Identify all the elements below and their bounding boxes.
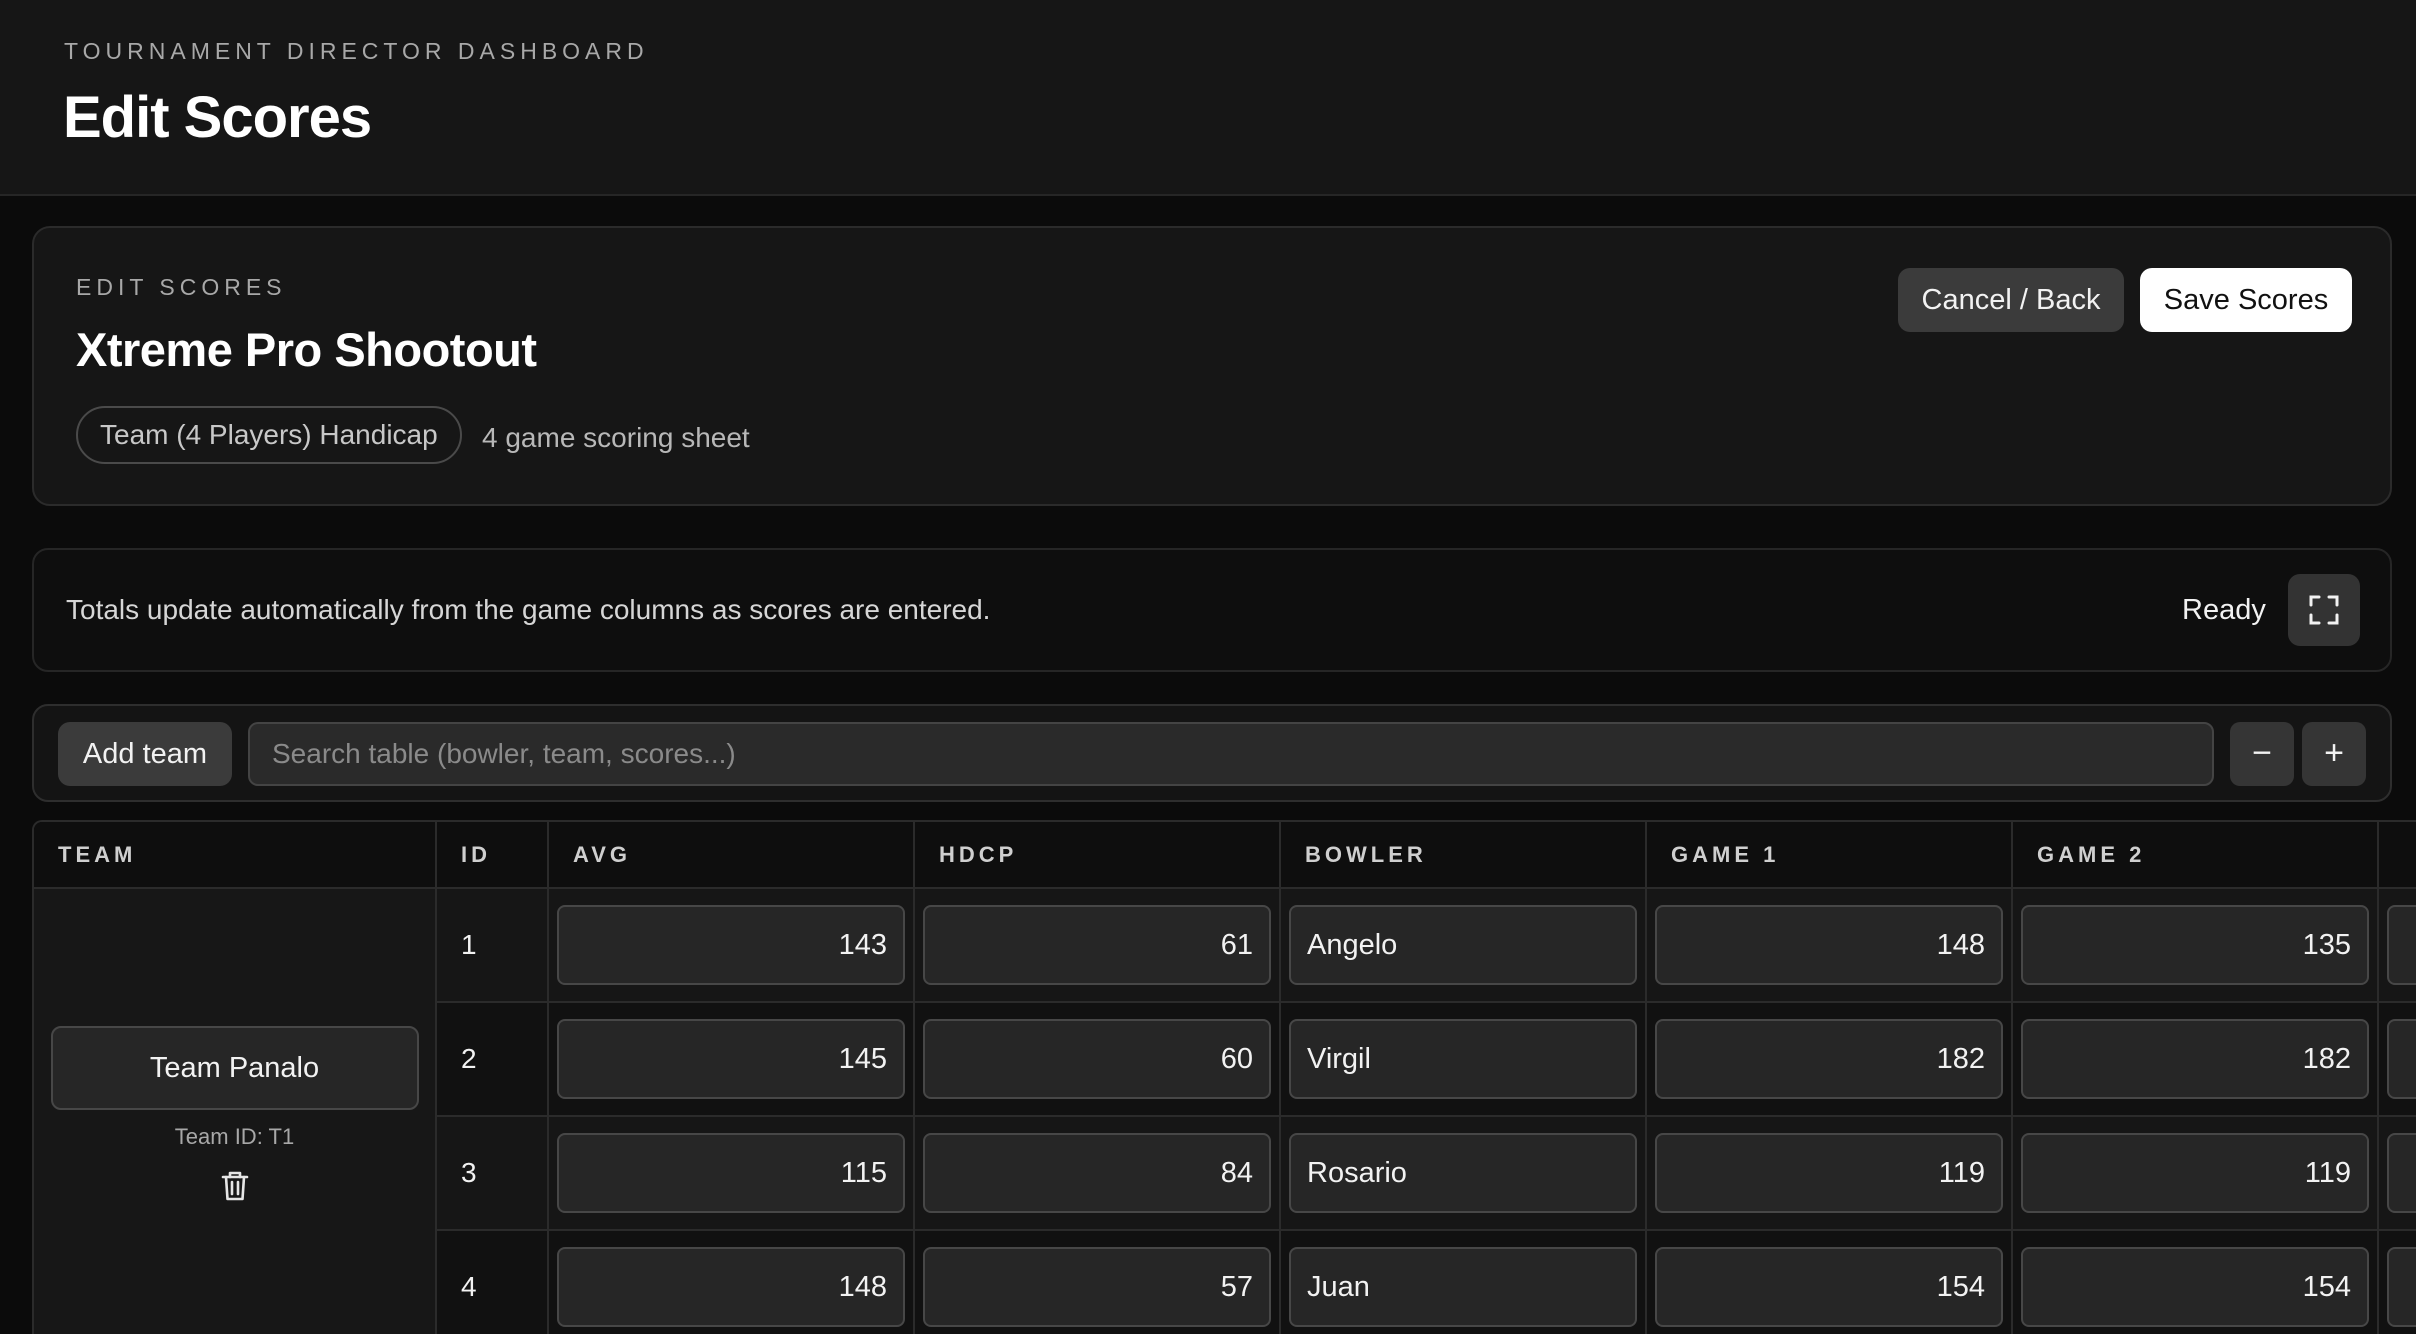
game-1-input[interactable] bbox=[1655, 1019, 2003, 1099]
format-badge: Team (4 Players) Handicap bbox=[76, 406, 462, 464]
event-card: EDIT SCORES Xtreme Pro Shootout Team (4 … bbox=[32, 226, 2392, 506]
cancel-back-button[interactable]: Cancel / Back bbox=[1898, 268, 2124, 332]
column-header-team[interactable]: TEAM bbox=[34, 822, 437, 889]
scores-table-container[interactable]: TEAM ID AVG HDCP BOWLER GAME 1 GAME 2 Te… bbox=[32, 820, 2416, 1334]
sheet-note: 4 game scoring sheet bbox=[482, 422, 750, 453]
team-name-field[interactable]: Team Panalo bbox=[50, 1025, 419, 1110]
delete-team-button[interactable] bbox=[220, 1170, 250, 1207]
overflow-cell bbox=[2378, 1230, 2416, 1334]
page-header: TOURNAMENT DIRECTOR DASHBOARD Edit Score… bbox=[0, 0, 2416, 196]
bowler-id: 3 bbox=[436, 1116, 549, 1231]
game-1-input[interactable] bbox=[1655, 1133, 2003, 1213]
fullscreen-button[interactable] bbox=[2288, 574, 2360, 646]
table-row: Team Panalo Team ID: T1 1 bbox=[34, 888, 2416, 1334]
zoom-out-button[interactable]: − bbox=[2230, 722, 2294, 786]
table-header-row: TEAM ID AVG HDCP BOWLER GAME 1 GAME 2 bbox=[34, 822, 2416, 889]
avg-input[interactable] bbox=[557, 1133, 905, 1213]
hdcp-input[interactable] bbox=[923, 1019, 1271, 1099]
save-scores-button[interactable]: Save Scores bbox=[2140, 268, 2352, 332]
column-header-id[interactable]: ID bbox=[436, 822, 549, 889]
zoom-in-button[interactable]: + bbox=[2302, 722, 2366, 786]
bowler-name-input[interactable] bbox=[1289, 1019, 1637, 1099]
status-message: Totals update automatically from the gam… bbox=[66, 594, 991, 625]
scores-table: TEAM ID AVG HDCP BOWLER GAME 1 GAME 2 Te… bbox=[34, 822, 2416, 1334]
table-toolbar: Add team − + bbox=[32, 704, 2392, 802]
bowler-id: 1 bbox=[436, 888, 549, 1003]
bowler-id: 4 bbox=[436, 1230, 549, 1334]
game-2-input[interactable] bbox=[2021, 1133, 2369, 1213]
avg-input[interactable] bbox=[557, 1019, 905, 1099]
search-input[interactable] bbox=[248, 722, 2214, 786]
game-3-input[interactable] bbox=[2387, 1133, 2416, 1213]
status-bar: Totals update automatically from the gam… bbox=[32, 548, 2392, 672]
game-2-input[interactable] bbox=[2021, 1247, 2369, 1327]
page-title: Edit Scores bbox=[63, 85, 372, 150]
overflow-cell bbox=[2378, 888, 2416, 1003]
dashboard-eyebrow: TOURNAMENT DIRECTOR DASHBOARD bbox=[64, 38, 649, 64]
column-header-game-2[interactable]: GAME 2 bbox=[2012, 822, 2379, 889]
team-cell: Team Panalo Team ID: T1 bbox=[34, 888, 437, 1334]
bowler-name-input[interactable] bbox=[1289, 1247, 1637, 1327]
game-3-input[interactable] bbox=[2387, 1019, 2416, 1099]
column-header-hdcp[interactable]: HDCP bbox=[914, 822, 1281, 889]
hdcp-input[interactable] bbox=[923, 905, 1271, 985]
column-header-overflow bbox=[2378, 822, 2416, 889]
fullscreen-icon bbox=[2309, 595, 2339, 625]
avg-input[interactable] bbox=[557, 1247, 905, 1327]
hdcp-input[interactable] bbox=[923, 1133, 1271, 1213]
hdcp-input[interactable] bbox=[923, 1247, 1271, 1327]
bowler-name-input[interactable] bbox=[1289, 1133, 1637, 1213]
game-3-input[interactable] bbox=[2387, 1247, 2416, 1327]
game-1-input[interactable] bbox=[1655, 905, 2003, 985]
game-2-input[interactable] bbox=[2021, 905, 2369, 985]
column-header-avg[interactable]: AVG bbox=[548, 822, 915, 889]
team-id-label: Team ID: T1 bbox=[174, 1123, 295, 1149]
column-header-bowler[interactable]: BOWLER bbox=[1280, 822, 1647, 889]
bowler-id: 2 bbox=[436, 1002, 549, 1117]
avg-input[interactable] bbox=[557, 905, 905, 985]
overflow-cell bbox=[2378, 1116, 2416, 1231]
game-3-input[interactable] bbox=[2387, 905, 2416, 985]
card-eyebrow: EDIT SCORES bbox=[76, 274, 287, 300]
game-2-input[interactable] bbox=[2021, 1019, 2369, 1099]
event-name: Xtreme Pro Shootout bbox=[76, 323, 537, 376]
status-state: Ready bbox=[2182, 594, 2266, 626]
overflow-cell bbox=[2378, 1002, 2416, 1117]
column-header-game-1[interactable]: GAME 1 bbox=[1646, 822, 2013, 889]
game-1-input[interactable] bbox=[1655, 1247, 2003, 1327]
add-team-button[interactable]: Add team bbox=[58, 722, 232, 786]
trash-icon bbox=[221, 1171, 248, 1200]
bowler-name-input[interactable] bbox=[1289, 905, 1637, 985]
